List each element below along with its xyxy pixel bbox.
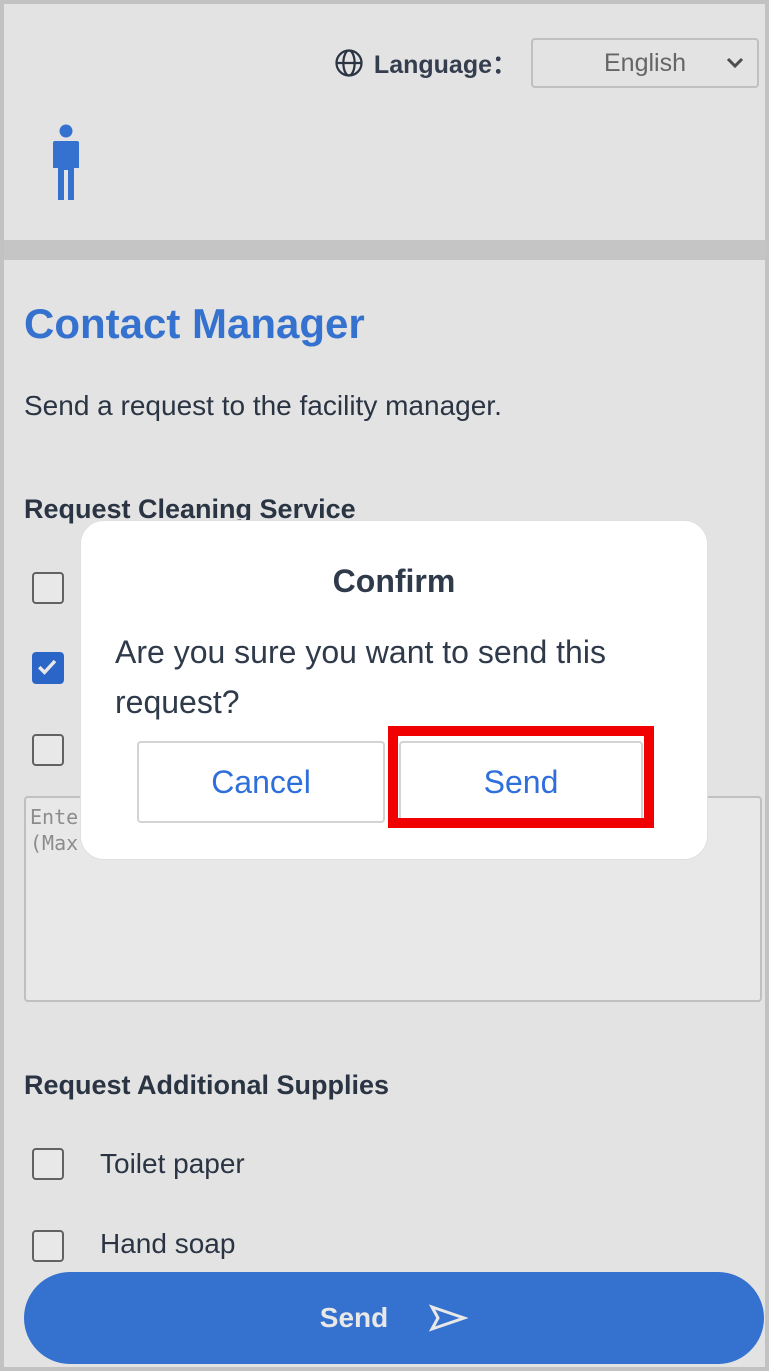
dialog-message: Are you sure you want to send this reque… xyxy=(115,634,606,720)
dialog-title: Confirm xyxy=(332,563,456,599)
dialog-cancel-button[interactable]: Cancel xyxy=(137,741,385,823)
highlight-box xyxy=(388,726,654,828)
